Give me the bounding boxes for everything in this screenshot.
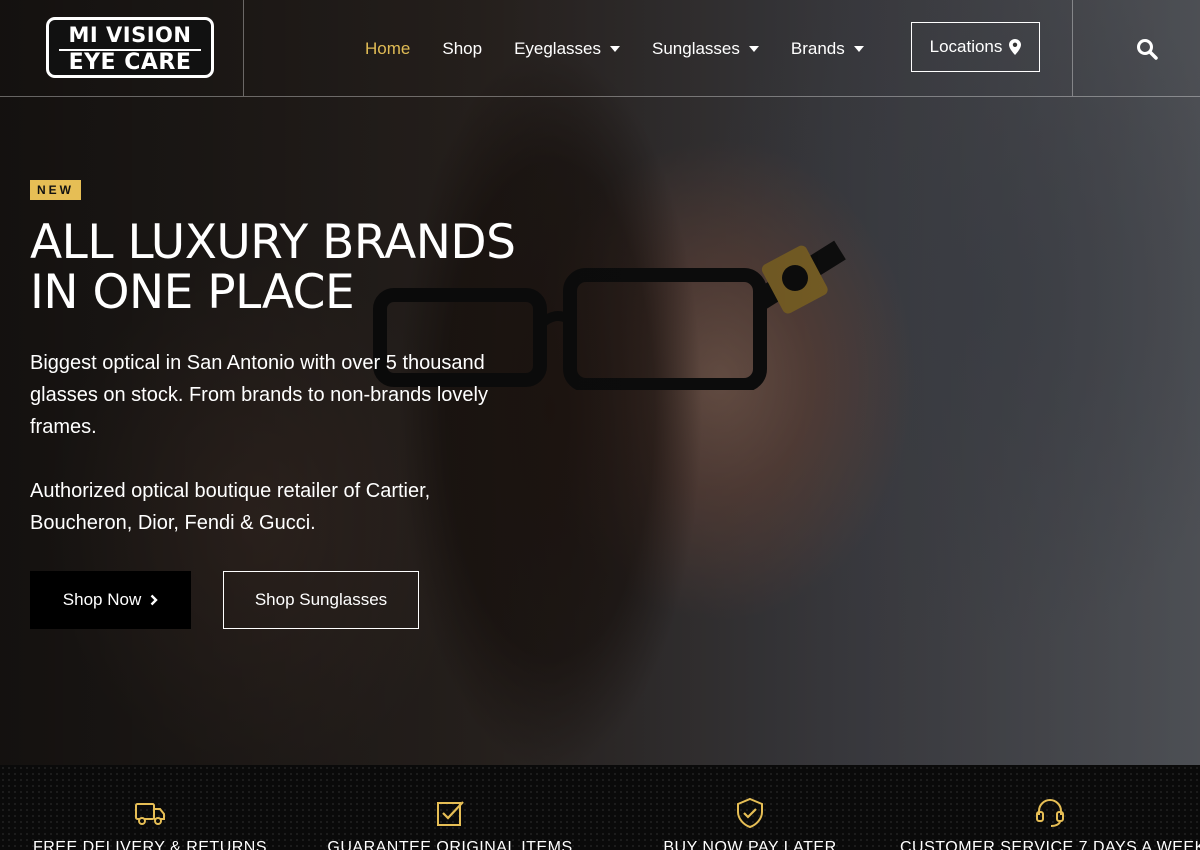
- nav-home-label: Home: [365, 39, 411, 58]
- nav-eyeglasses-label: Eyeglasses: [514, 39, 601, 58]
- features-bar: FREE DELIVERY & RETURNS GUARANTEE ORIGIN…: [0, 765, 1200, 850]
- logo-text-line2: EYE CARE: [59, 49, 201, 75]
- hero-headline-line1: ALL LUXURY BRANDS: [30, 215, 516, 270]
- feature-guarantee: GUARANTEE ORIGINAL ITEMS: [300, 765, 600, 850]
- nav-eyeglasses[interactable]: Eyeglasses: [514, 39, 620, 59]
- hero-headline: ALL LUXURY BRANDS IN ONE PLACE: [30, 218, 590, 318]
- search-icon[interactable]: [1135, 37, 1159, 61]
- locations-label: Locations: [929, 37, 1003, 56]
- nav-brands-label: Brands: [790, 39, 845, 58]
- chevron-right-icon: [150, 594, 158, 606]
- shield-check-icon: [737, 797, 763, 829]
- caret-down-icon: [748, 46, 759, 52]
- nav-shop-label: Shop: [442, 39, 483, 58]
- caret-down-icon: [610, 46, 620, 52]
- checkbox-icon: [437, 801, 464, 826]
- new-badge: NEW: [30, 180, 81, 200]
- shop-sunglasses-button[interactable]: Shop Sunglasses: [223, 571, 419, 629]
- truck-icon: [135, 803, 165, 825]
- feature-guarantee-label: GUARANTEE ORIGINAL ITEMS: [327, 839, 573, 850]
- nav-brands[interactable]: Brands: [791, 39, 864, 59]
- shop-now-button[interactable]: Shop Now: [30, 571, 191, 629]
- nav-home[interactable]: Home: [365, 39, 410, 59]
- nav-shop[interactable]: Shop: [442, 39, 482, 59]
- shop-sunglasses-label: Shop Sunglasses: [254, 590, 388, 609]
- feature-customer-service: CUSTOMER SERVICE 7 DAYS A WEEK: [900, 765, 1200, 850]
- site-header: MI VISION EYE CARE Home Shop Eyeglasses …: [0, 0, 1200, 97]
- feature-pay-later-label: BUY NOW PAY LATER: [663, 839, 837, 850]
- headset-icon: [1036, 798, 1064, 827]
- header-divider: [243, 0, 244, 96]
- feature-customer-service-label: CUSTOMER SERVICE 7 DAYS A WEEK: [900, 839, 1200, 850]
- hero-description: Biggest optical in San Antonio with over…: [30, 352, 488, 438]
- feature-pay-later: BUY NOW PAY LATER: [600, 765, 900, 850]
- logo-text-line1: MI VISION: [68, 23, 192, 47]
- nav-sunglasses[interactable]: Sunglasses: [652, 39, 759, 59]
- nav-sunglasses-label: Sunglasses: [652, 39, 740, 58]
- locations-button[interactable]: Locations: [911, 22, 1040, 72]
- feature-delivery-label: FREE DELIVERY & RETURNS: [32, 839, 268, 850]
- hero-headline-line2: IN ONE PLACE: [30, 265, 355, 320]
- caret-down-icon: [853, 46, 864, 52]
- shop-now-label: Shop Now: [62, 590, 142, 609]
- header-divider: [1072, 0, 1073, 96]
- map-pin-icon: [1009, 39, 1022, 55]
- hero-retailer-note: Authorized optical boutique retailer of …: [30, 480, 431, 534]
- main-nav: Home Shop Eyeglasses Sunglasses Brands: [365, 38, 896, 60]
- site-logo[interactable]: MI VISION EYE CARE: [46, 17, 214, 78]
- feature-delivery: FREE DELIVERY & RETURNS: [0, 765, 300, 850]
